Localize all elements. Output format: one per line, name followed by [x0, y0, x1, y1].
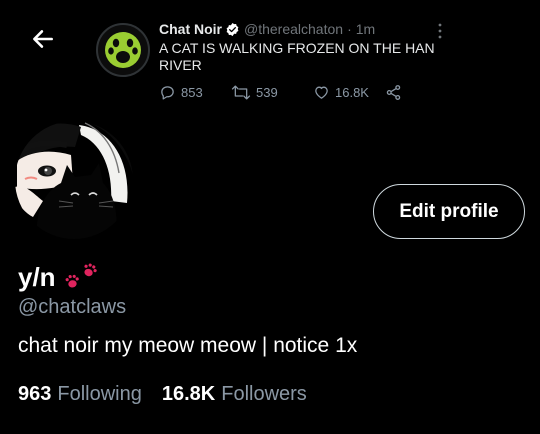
like-count: 16.8K: [335, 85, 369, 100]
display-name: y/n: [18, 262, 56, 292]
profile-avatar[interactable]: [12, 118, 136, 242]
followers-label: Followers: [221, 383, 307, 405]
following-count: 963: [18, 383, 52, 405]
reply-icon: [161, 86, 174, 100]
retweet-count: 539: [256, 85, 278, 100]
share-button[interactable]: [385, 84, 402, 101]
verified-badge-icon: [225, 22, 240, 37]
like-button[interactable]: 16.8K: [313, 84, 385, 101]
more-vertical-icon: [438, 23, 442, 39]
display-name-row: y/n: [18, 260, 102, 294]
anime-girl-with-black-cat-avatar-image: [15, 121, 133, 239]
back-button[interactable]: [26, 22, 60, 56]
arrow-left-icon: [33, 30, 53, 48]
tweet-separator: ·: [347, 21, 352, 37]
share-icon: [386, 85, 401, 100]
edit-profile-button[interactable]: Edit profile: [373, 184, 525, 239]
following-link[interactable]: 963 Following: [18, 383, 142, 406]
paw-prints-emoji-icon: [62, 260, 102, 294]
paw-print-icon: [105, 32, 141, 68]
tweet-more-button[interactable]: [437, 23, 443, 44]
tweet-author-handle[interactable]: @therealchaton: [244, 20, 343, 38]
follow-stats: 963 Following 16.8K Followers: [18, 383, 327, 406]
reply-count: 853: [181, 85, 203, 100]
heart-icon: [315, 86, 328, 99]
following-label: Following: [57, 383, 142, 405]
followers-link[interactable]: 16.8K Followers: [162, 383, 307, 406]
profile-handle: @chatclaws: [18, 296, 127, 318]
tweet-actions: 853 539 16.8K: [159, 84, 402, 101]
profile-bio: chat noir my meow meow | notice 1x: [18, 334, 358, 357]
retweet-button[interactable]: 539: [231, 84, 313, 101]
tweet-author-avatar[interactable]: [96, 23, 150, 77]
tweet-text: A CAT IS WALKING FROZEN ON THE HAN RIVER: [159, 40, 435, 73]
tweet-author-name[interactable]: Chat Noir: [159, 20, 222, 38]
retweet-icon: [231, 85, 251, 100]
reply-button[interactable]: 853: [159, 84, 231, 101]
followers-count: 16.8K: [161, 383, 216, 405]
tweet-timestamp[interactable]: 1m: [356, 20, 375, 38]
